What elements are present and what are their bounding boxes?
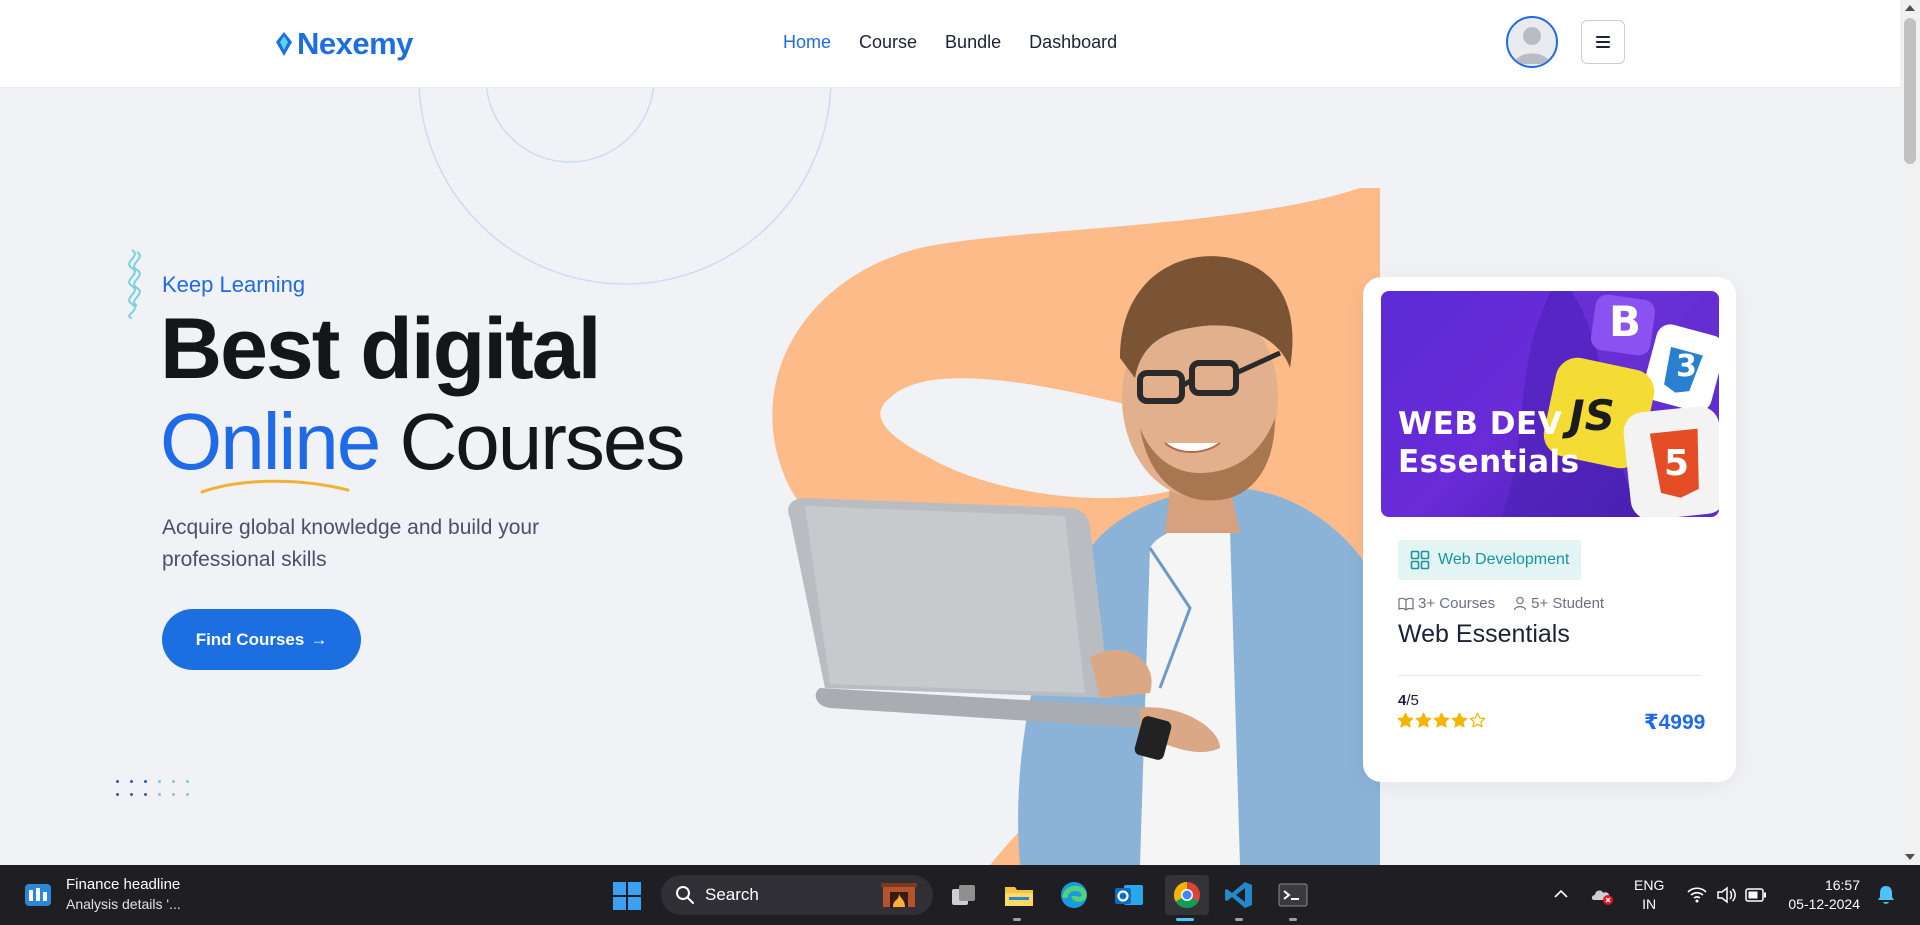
- hero-title-rest: Courses: [379, 397, 685, 486]
- news-widget[interactable]: Finance headline Analysis details '...: [24, 875, 181, 914]
- squiggle-decoration-icon: [128, 249, 141, 319]
- language-indicator[interactable]: ENG IN: [1634, 876, 1664, 914]
- vscode-icon[interactable]: [1221, 877, 1257, 913]
- course-thumbnail: B 3 JS 5 WEB DEV Essentials: [1381, 291, 1719, 517]
- category-tag[interactable]: Web Development: [1398, 540, 1582, 580]
- hero-title-line1: Best digital: [160, 301, 602, 397]
- star-filled-icon: [1433, 712, 1450, 728]
- chrome-active-indicator: [1176, 918, 1194, 921]
- rating-max: /5: [1406, 692, 1419, 709]
- course-title[interactable]: Web Essentials: [1398, 620, 1570, 649]
- grid-category-icon: [1410, 550, 1430, 570]
- news-title: Finance headline: [66, 876, 181, 893]
- highlight-underline: [200, 479, 350, 494]
- scroll-thumb[interactable]: [1904, 18, 1916, 164]
- hero-subtitle: Acquire global knowledge and build your …: [162, 516, 540, 571]
- thumbnail-title-line1: WEB DEV: [1398, 406, 1563, 442]
- vscode-running-indicator: [1235, 918, 1243, 921]
- task-view-icon[interactable]: [946, 877, 982, 913]
- news-subtitle: Analysis details '...: [66, 896, 181, 912]
- region-code: IN: [1642, 896, 1657, 912]
- star-filled-icon: [1397, 712, 1414, 728]
- scroll-down-arrow-icon[interactable]: [1905, 854, 1915, 860]
- course-price: ₹4999: [1644, 711, 1706, 734]
- hero-title-highlight: Online: [160, 397, 381, 486]
- nav-bundle[interactable]: Bundle: [945, 32, 1001, 53]
- nav-home[interactable]: Home: [783, 32, 831, 53]
- file-explorer-icon[interactable]: [1001, 877, 1037, 913]
- language-code: ENG: [1634, 877, 1665, 893]
- terminal-icon[interactable]: [1275, 877, 1311, 913]
- clock-date: 05-12-2024: [1788, 896, 1860, 912]
- arrow-right-icon: →: [310, 629, 328, 649]
- category-label: Web Development: [1438, 551, 1570, 568]
- edge-browser-icon[interactable]: [1056, 877, 1092, 913]
- card-divider: [1398, 675, 1701, 676]
- hamburger-icon: [1596, 36, 1610, 48]
- course-card[interactable]: B 3 JS 5 WEB DEV Essentials Web Developm…: [1363, 277, 1736, 782]
- windows-taskbar: Finance headline Analysis details '... S…: [0, 865, 1920, 925]
- volume-icon[interactable]: [1716, 886, 1736, 904]
- user-avatar[interactable]: [1506, 16, 1558, 68]
- site-logo[interactable]: Nexemy: [273, 24, 413, 64]
- news-text: Finance headline Analysis details '...: [66, 875, 181, 914]
- star-filled-icon: [1451, 712, 1468, 728]
- hero-student-illustration: [772, 188, 1380, 865]
- courses-count-label: 3+ Courses: [1418, 595, 1496, 612]
- file-explorer-running-indicator: [1013, 918, 1021, 921]
- search-highlight-fireplace-icon: [881, 883, 917, 907]
- scroll-up-arrow-icon[interactable]: [1905, 5, 1915, 11]
- site-header: Nexemy Home Course Bundle Dashboard: [0, 0, 1900, 88]
- notification-bell-icon[interactable]: [1877, 885, 1895, 905]
- hero-eyebrow: Keep Learning: [162, 272, 306, 297]
- wifi-icon[interactable]: [1687, 887, 1707, 903]
- thumbnail-title-line2: Essentials: [1398, 444, 1580, 480]
- search-icon: [676, 886, 694, 904]
- user-icon: [1514, 596, 1527, 611]
- taskbar-search-box[interactable]: Search: [661, 875, 933, 915]
- star-empty-icon: [1469, 712, 1486, 728]
- html5-logo-icon: 5: [1664, 443, 1690, 484]
- rating-text: 4/5: [1398, 692, 1419, 709]
- onedrive-error-icon[interactable]: [1590, 884, 1614, 906]
- hamburger-menu-button[interactable]: [1581, 20, 1625, 64]
- rating-stars: [1397, 712, 1486, 729]
- nav-course[interactable]: Course: [859, 32, 917, 53]
- clock-time: 16:57: [1824, 877, 1860, 893]
- news-widget-icon: [25, 884, 51, 906]
- logo-icon: [276, 32, 292, 56]
- user-silhouette-icon: [1514, 27, 1550, 64]
- outlook-icon[interactable]: [1111, 877, 1147, 913]
- students-count: 5+ Student: [1513, 595, 1604, 612]
- css3-logo-icon: 3: [1676, 349, 1697, 384]
- main-nav: Home Course Bundle Dashboard: [783, 32, 1117, 53]
- battery-icon[interactable]: [1745, 888, 1767, 902]
- find-courses-label: Find Courses: [195, 629, 305, 649]
- students-count-label: 5+ Student: [1531, 595, 1605, 612]
- page-scrollbar[interactable]: [1900, 0, 1920, 865]
- search-placeholder: Search: [705, 885, 759, 904]
- bootstrap-logo-icon: B: [1609, 297, 1642, 346]
- chevron-up-tray-icon[interactable]: [1554, 889, 1568, 899]
- hero-section: Keep Learning Best digital Online Course…: [0, 88, 1900, 865]
- terminal-running-indicator: [1289, 918, 1297, 921]
- windows-start-icon[interactable]: [612, 881, 642, 911]
- nav-dashboard[interactable]: Dashboard: [1029, 32, 1117, 53]
- chrome-browser-icon[interactable]: [1165, 875, 1209, 915]
- courses-count: 3+ Courses: [1398, 595, 1495, 612]
- course-thumbnail-title: WEB DEV Essentials: [1398, 405, 1580, 481]
- logo-text: Nexemy: [297, 26, 413, 61]
- find-courses-button[interactable]: Find Courses →: [162, 609, 361, 670]
- hero-title-line2: Online Courses: [160, 402, 685, 482]
- system-clock[interactable]: 16:57 05-12-2024: [1786, 876, 1860, 914]
- dot-grid-decoration: [116, 780, 200, 796]
- star-filled-icon: [1415, 712, 1432, 728]
- course-meta: 3+ Courses 5+ Student: [1398, 595, 1604, 612]
- book-icon: [1398, 597, 1414, 611]
